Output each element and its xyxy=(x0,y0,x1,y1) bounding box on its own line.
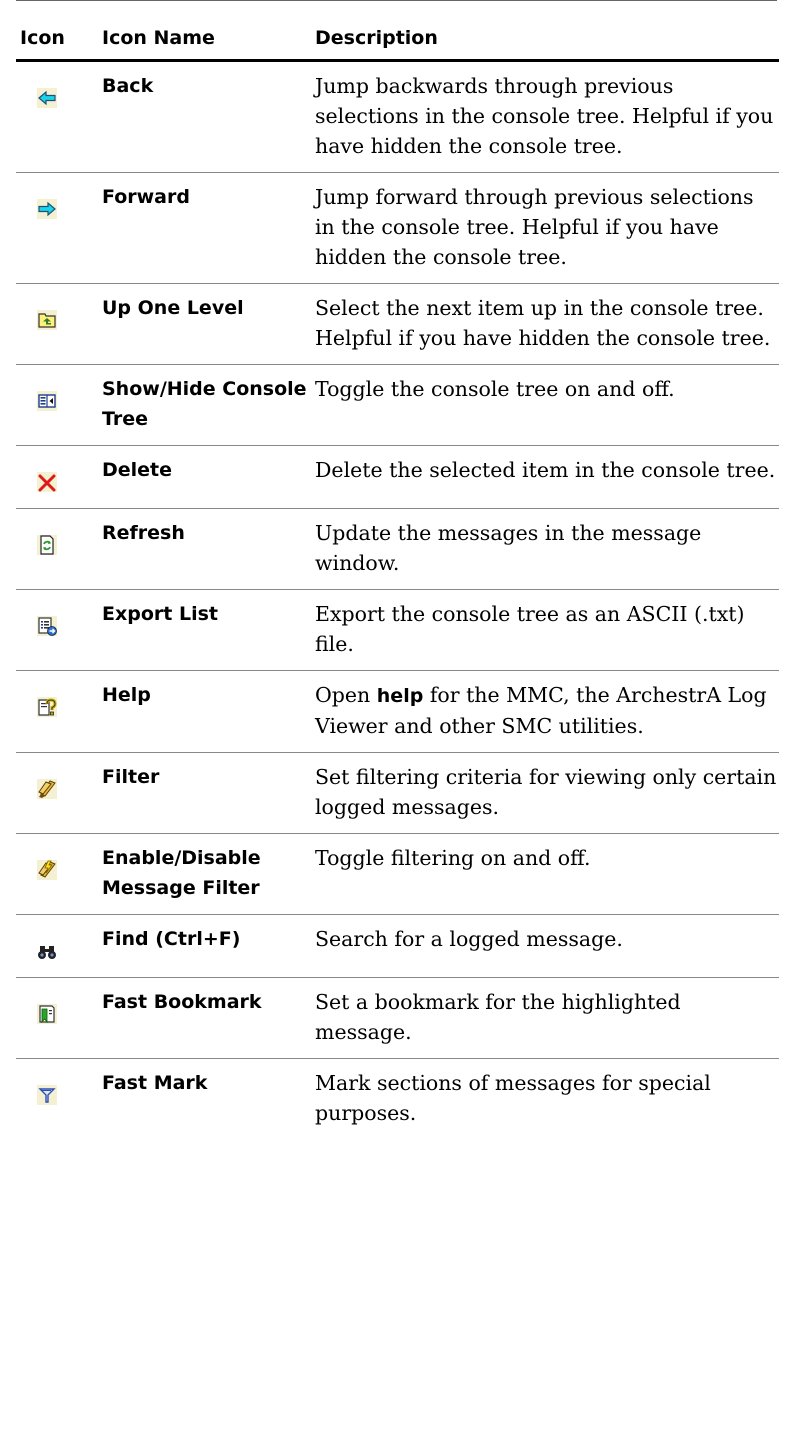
row-description: Toggle the console tree on and off. xyxy=(315,364,779,446)
header-icon-name: Icon Name xyxy=(102,20,315,62)
row-name: Find (Ctrl+F) xyxy=(102,914,315,978)
row-description: Delete the selected item in the console … xyxy=(315,445,779,509)
binoculars-find-icon xyxy=(36,940,58,962)
table-row: Up One Level Select the next item up in … xyxy=(16,283,779,365)
document-page: Icon Icon Name Description Back Jump bac… xyxy=(0,0,793,1443)
row-name: Filter xyxy=(102,752,315,834)
delete-x-icon xyxy=(36,471,58,493)
table-row: Filter Set filtering criteria for viewin… xyxy=(16,752,779,834)
table-row: Find (Ctrl+F) Search for a logged messag… xyxy=(16,914,779,978)
row-name: Refresh xyxy=(102,508,315,590)
enable-disable-filter-icon xyxy=(36,859,58,881)
row-description: Jump forward through previous selections… xyxy=(315,172,779,284)
row-description: Open help for the MMC, the ArchestrA Log… xyxy=(315,670,779,753)
show-hide-tree-icon xyxy=(36,390,58,412)
row-description: Export the console tree as an ASCII (.tx… xyxy=(315,589,779,671)
row-name: Show/Hide Console Tree xyxy=(102,364,315,446)
table-row: Forward Jump forward through previous se… xyxy=(16,172,779,284)
row-description: Set a bookmark for the highlighted messa… xyxy=(315,977,779,1059)
up-one-level-folder-icon xyxy=(36,309,58,331)
table-row: Enable/Disable Message Filter Toggle fil… xyxy=(16,833,779,915)
table-row: Refresh Update the messages in the messa… xyxy=(16,508,779,590)
row-name: Fast Bookmark xyxy=(102,977,315,1059)
table-row: Export List Export the console tree as a… xyxy=(16,589,779,671)
row-description: Toggle filtering on and off. xyxy=(315,833,779,915)
header-description: Description xyxy=(315,20,779,62)
row-name: Enable/Disable Message Filter xyxy=(102,833,315,915)
help-desc-pre: Open xyxy=(315,683,377,707)
row-name: Export List xyxy=(102,589,315,671)
row-name: Fast Mark xyxy=(102,1072,208,1094)
table-row: Fast Bookmark Set a bookmark for the hig… xyxy=(16,977,779,1059)
fast-bookmark-icon xyxy=(36,1003,58,1025)
forward-arrow-icon xyxy=(36,198,58,220)
row-name: Help xyxy=(102,670,315,753)
help-icon xyxy=(36,696,58,718)
row-description: Jump backwards through previous selectio… xyxy=(315,60,779,173)
refresh-icon xyxy=(36,534,58,556)
filter-icon xyxy=(36,778,58,800)
row-name: Forward xyxy=(102,172,315,284)
row-description: Search for a logged message. xyxy=(315,914,779,978)
export-list-icon xyxy=(36,615,58,637)
table-row: Fast Mark Mark sections of messages for … xyxy=(16,1059,779,1140)
table-row: Show/Hide Console Tree Toggle the consol… xyxy=(16,364,779,446)
fast-mark-flag-icon xyxy=(36,1084,58,1106)
toolbar-icons-table: Icon Icon Name Description Back Jump bac… xyxy=(16,20,779,1139)
table-header-row: Icon Icon Name Description xyxy=(16,20,779,62)
help-desc-bold: help xyxy=(376,685,424,707)
row-description: Update the messages in the message windo… xyxy=(315,508,779,590)
row-description: Set filtering criteria for viewing only … xyxy=(315,752,779,834)
row-description: Mark sections of messages for special pu… xyxy=(315,1071,711,1125)
table-row: Help Open help for the MMC, the Archestr… xyxy=(16,670,779,753)
back-arrow-icon xyxy=(36,87,58,109)
table-row: Back Jump backwards through previous sel… xyxy=(16,60,779,173)
row-name: Back xyxy=(102,60,315,173)
table-row: Delete Delete the selected item in the c… xyxy=(16,445,779,509)
header-icon: Icon xyxy=(16,20,102,62)
row-name: Delete xyxy=(102,445,315,509)
top-rule xyxy=(16,0,777,1)
row-name: Up One Level xyxy=(102,283,315,365)
row-description: Select the next item up in the console t… xyxy=(315,283,779,365)
